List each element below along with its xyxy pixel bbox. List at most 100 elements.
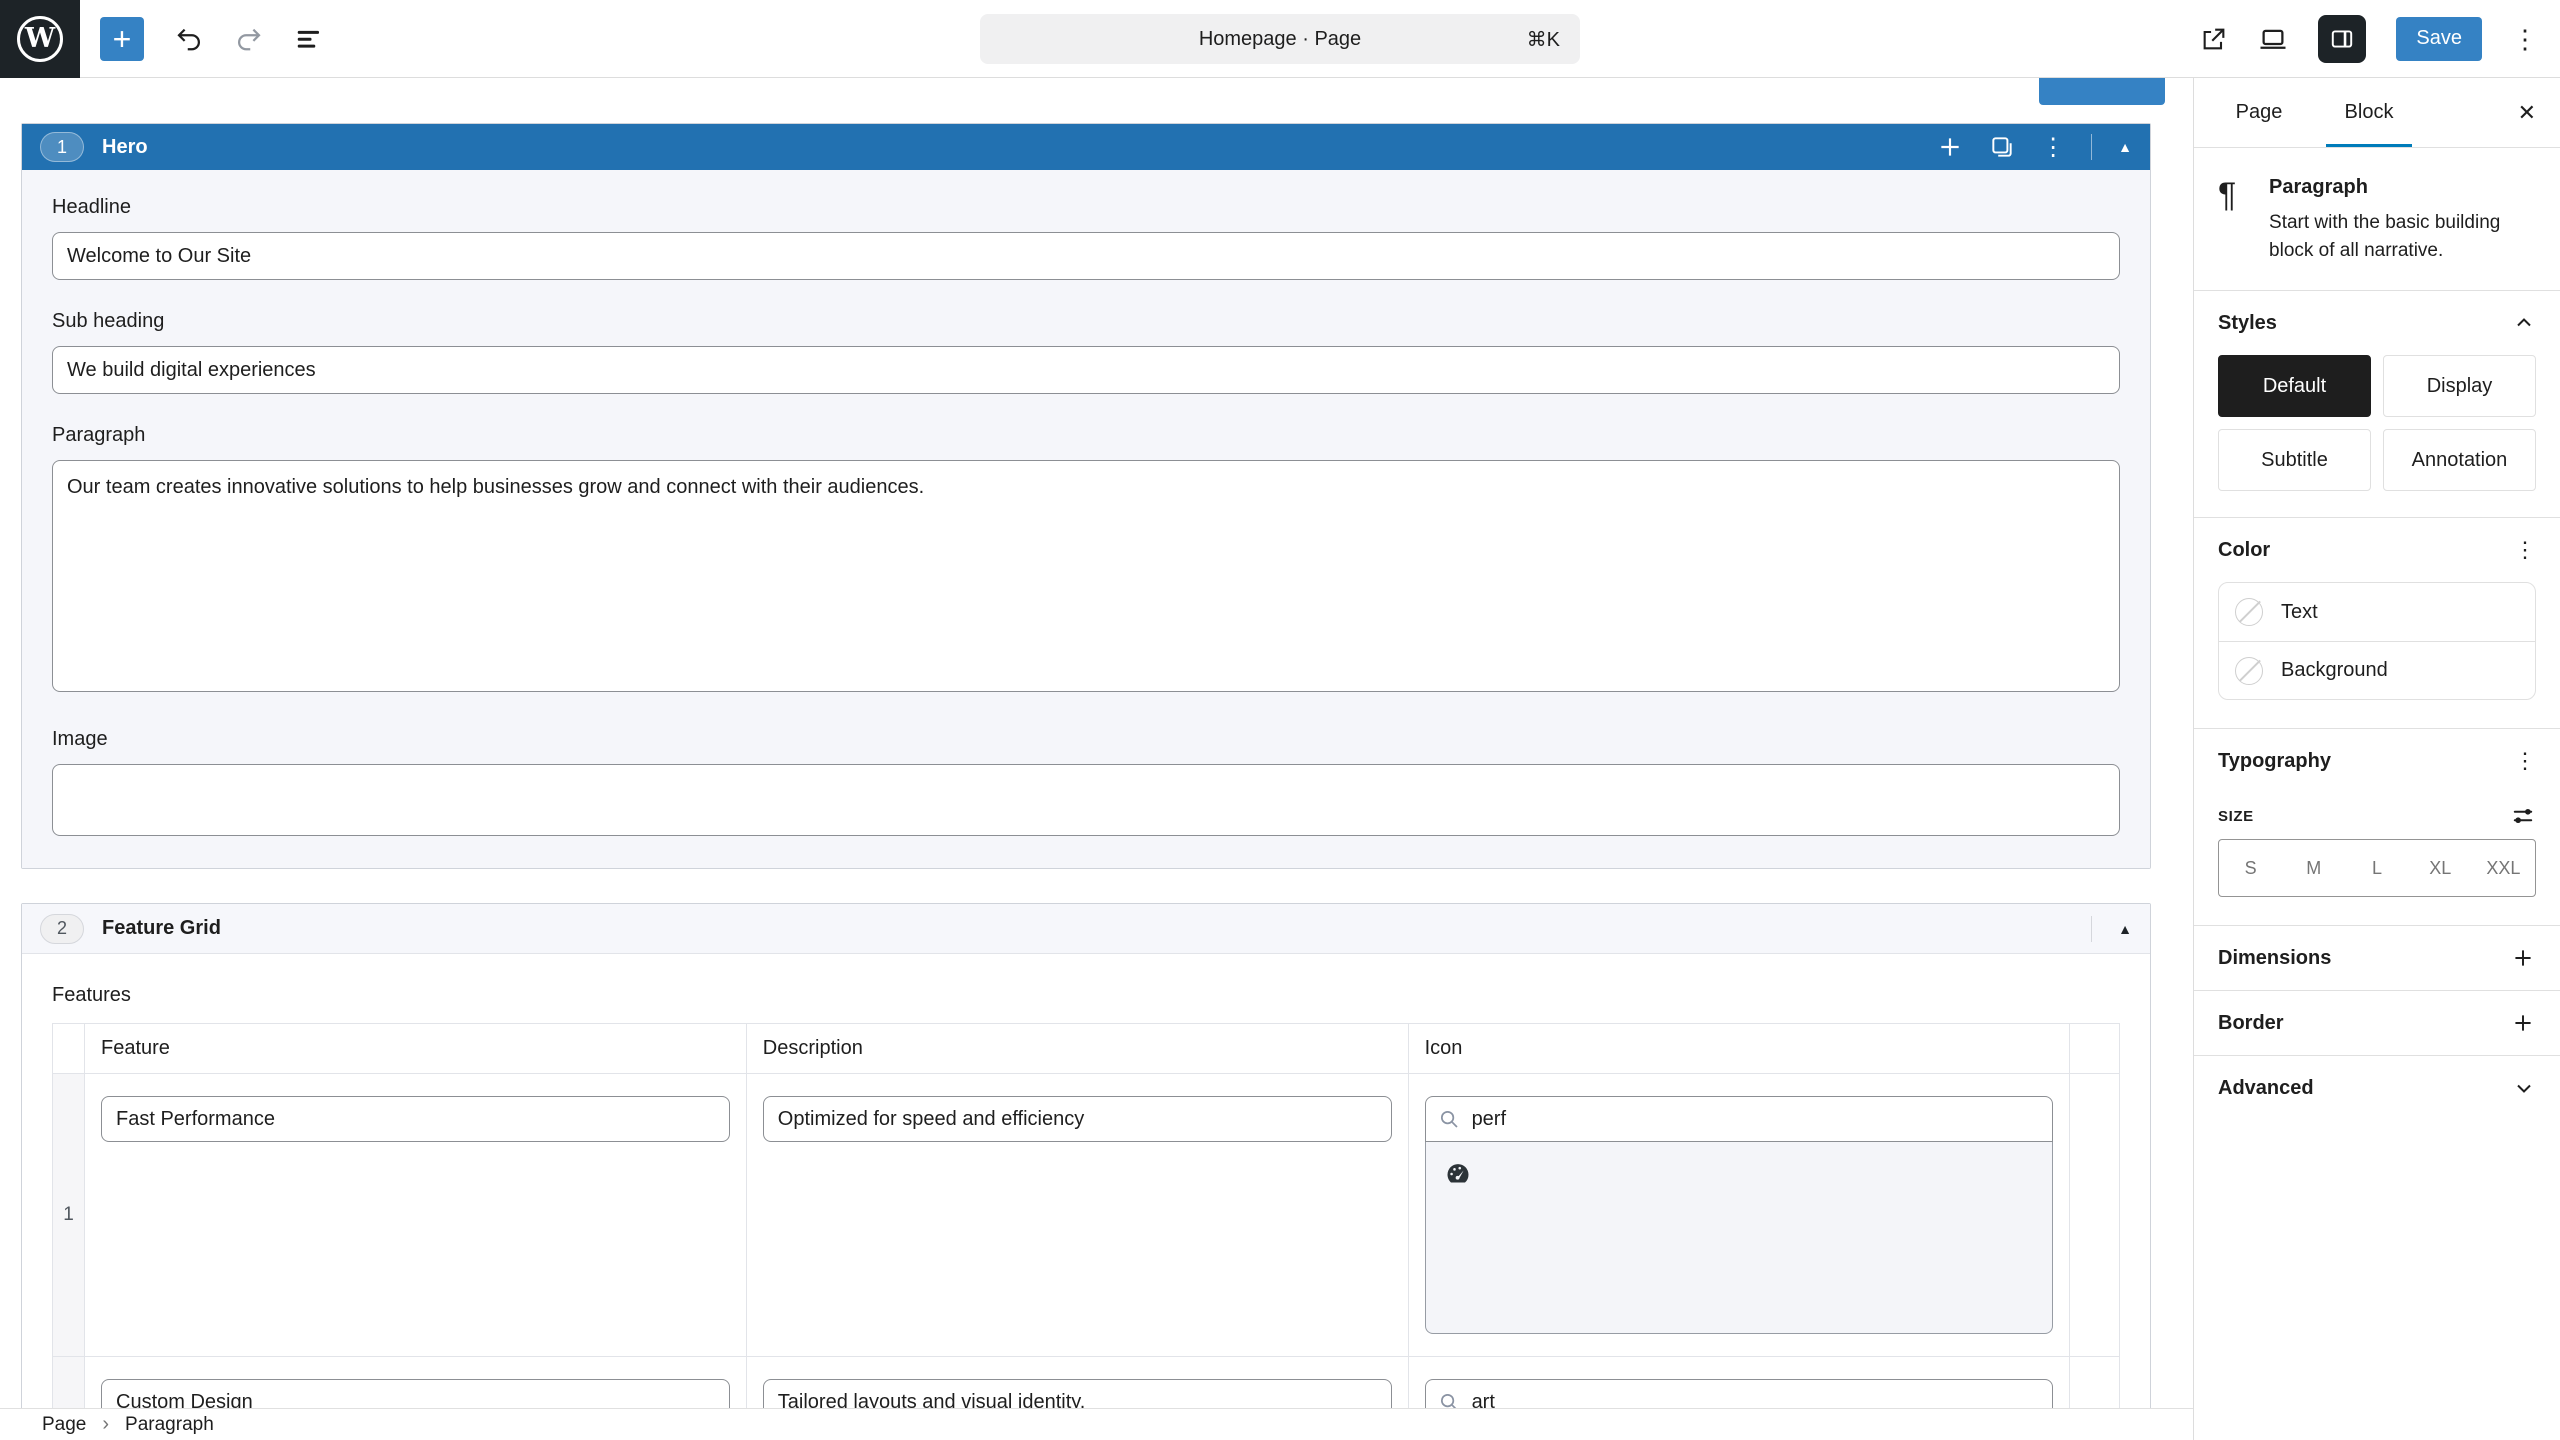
dashboard-gauge-icon[interactable] bbox=[1444, 1160, 2034, 1188]
text-color-row[interactable]: Text bbox=[2219, 583, 2535, 641]
feature-name-field[interactable] bbox=[101, 1096, 730, 1142]
color-panel: Color ⋮ Text Background bbox=[2194, 517, 2560, 700]
typography-options-kebab-icon[interactable]: ⋮ bbox=[2514, 750, 2536, 772]
scrolled-blue-button[interactable] bbox=[2039, 78, 2165, 105]
styles-panel-header[interactable]: Styles bbox=[2218, 291, 2536, 355]
headline-field[interactable] bbox=[52, 232, 2120, 280]
divider bbox=[2091, 916, 2092, 942]
acf-section-hero: 1 Hero ⋮ ▲ bbox=[21, 123, 2151, 869]
breadcrumb: Page › Paragraph bbox=[0, 1408, 2193, 1440]
sidebar-panel-icon bbox=[2329, 26, 2355, 52]
icon-results-panel bbox=[1425, 1142, 2053, 1334]
typography-title: Typography bbox=[2218, 750, 2331, 773]
hero-section-header[interactable]: 1 Hero ⋮ ▲ bbox=[22, 124, 2150, 170]
command-shortcut: ⌘K bbox=[1527, 27, 1560, 52]
description-column-header: Description bbox=[746, 1024, 1408, 1074]
command-bar[interactable]: Homepage · Page ⌘K bbox=[980, 14, 1580, 64]
text-color-label: Text bbox=[2281, 601, 2318, 624]
row-actions-header bbox=[2070, 1024, 2120, 1074]
settings-sidebar-toggle[interactable] bbox=[2318, 15, 2366, 63]
wordpress-logo[interactable]: W bbox=[0, 0, 80, 78]
paragraph-block-icon: ¶ bbox=[2218, 176, 2269, 264]
style-subtitle-button[interactable]: Subtitle bbox=[2218, 429, 2371, 491]
tab-page[interactable]: Page bbox=[2204, 78, 2314, 147]
search-icon bbox=[1438, 1108, 1461, 1131]
plus-icon[interactable] bbox=[2510, 945, 2536, 971]
row-number-header bbox=[53, 1024, 85, 1074]
close-sidebar-icon[interactable]: ✕ bbox=[2518, 100, 2536, 126]
font-size-s[interactable]: S bbox=[2219, 840, 2282, 896]
paragraph-field[interactable]: Our team creates innovative solutions to… bbox=[52, 460, 2120, 692]
add-layout-icon[interactable] bbox=[1937, 134, 1963, 160]
section-order-badge: 1 bbox=[40, 132, 84, 162]
style-default-button[interactable]: Default bbox=[2218, 355, 2371, 417]
headline-label: Headline bbox=[52, 196, 2120, 219]
divider bbox=[2091, 134, 2092, 160]
list-view-icon[interactable] bbox=[294, 24, 324, 54]
color-title: Color bbox=[2218, 539, 2270, 562]
block-inserter-button[interactable]: + bbox=[100, 17, 144, 61]
font-size-l[interactable]: L bbox=[2345, 840, 2408, 896]
feature-description-field[interactable] bbox=[763, 1096, 1392, 1142]
features-repeater-label: Features bbox=[52, 984, 2120, 1007]
block-name: Paragraph bbox=[2269, 176, 2536, 199]
breadcrumb-page[interactable]: Page bbox=[42, 1414, 86, 1436]
breadcrumb-current: Paragraph bbox=[125, 1414, 214, 1436]
image-label: Image bbox=[52, 728, 2120, 751]
duplicate-layout-icon[interactable] bbox=[1989, 134, 2015, 160]
advanced-title: Advanced bbox=[2218, 1077, 2314, 1100]
font-size-xxl[interactable]: XXL bbox=[2472, 840, 2535, 896]
icon-column-header: Icon bbox=[1408, 1024, 2069, 1074]
collapse-section-icon[interactable]: ▲ bbox=[2118, 921, 2132, 937]
background-color-row[interactable]: Background bbox=[2219, 641, 2535, 699]
font-size-xl[interactable]: XL bbox=[2409, 840, 2472, 896]
document-title: Homepage · Page bbox=[1199, 28, 1361, 51]
plus-icon[interactable] bbox=[2510, 1010, 2536, 1036]
style-annotation-button[interactable]: Annotation bbox=[2383, 429, 2536, 491]
icon-search-input[interactable] bbox=[1425, 1096, 2053, 1142]
editor-top-bar: W + Homepage · Page ⌘K Save ⋮ bbox=[0, 0, 2560, 78]
section-title: Hero bbox=[102, 136, 148, 159]
redo-icon[interactable] bbox=[234, 24, 264, 54]
options-menu-icon[interactable]: ⋮ bbox=[2512, 26, 2538, 52]
save-button[interactable]: Save bbox=[2396, 17, 2482, 61]
row-actions-cell bbox=[2070, 1074, 2120, 1357]
color-options-kebab-icon[interactable]: ⋮ bbox=[2514, 539, 2536, 561]
undo-icon[interactable] bbox=[174, 24, 204, 54]
wordpress-w-icon: W bbox=[17, 16, 63, 62]
view-page-external-link-icon[interactable] bbox=[2200, 25, 2228, 53]
collapse-section-icon[interactable]: ▲ bbox=[2118, 139, 2132, 155]
color-panel-header: Color ⋮ bbox=[2218, 518, 2536, 582]
block-info-card: ¶ Paragraph Start with the basic buildin… bbox=[2194, 148, 2560, 290]
border-title: Border bbox=[2218, 1012, 2284, 1035]
subheading-field[interactable] bbox=[52, 346, 2120, 394]
chevron-down-icon[interactable] bbox=[2512, 1076, 2536, 1100]
dimensions-panel-header[interactable]: Dimensions bbox=[2218, 926, 2536, 990]
dimensions-panel: Dimensions bbox=[2194, 925, 2560, 990]
advanced-panel-header[interactable]: Advanced bbox=[2218, 1056, 2536, 1120]
font-size-m[interactable]: M bbox=[2282, 840, 2345, 896]
acf-section-feature-grid: 2 Feature Grid ▲ Features Feature D bbox=[21, 903, 2151, 1440]
typography-panel: Typography ⋮ SIZE S M L XL XXL bbox=[2194, 728, 2560, 897]
preview-device-icon[interactable] bbox=[2258, 24, 2288, 54]
style-display-button[interactable]: Display bbox=[2383, 355, 2536, 417]
image-field[interactable] bbox=[52, 764, 2120, 836]
table-header-row: Feature Description Icon bbox=[53, 1024, 2120, 1074]
chevron-right-icon: › bbox=[102, 1413, 109, 1436]
border-panel-header[interactable]: Border bbox=[2218, 991, 2536, 1055]
size-settings-sliders-icon[interactable] bbox=[2510, 803, 2536, 829]
row-number[interactable]: 1 bbox=[53, 1074, 85, 1357]
styles-title: Styles bbox=[2218, 312, 2277, 335]
section-title: Feature Grid bbox=[102, 917, 221, 940]
feature-grid-section-header[interactable]: 2 Feature Grid ▲ bbox=[22, 904, 2150, 954]
section-order-badge: 2 bbox=[40, 914, 84, 944]
settings-sidebar: Page Block ✕ ¶ Paragraph Start with the … bbox=[2194, 78, 2560, 1440]
empty-color-swatch-icon bbox=[2235, 657, 2263, 685]
tab-block[interactable]: Block bbox=[2314, 78, 2424, 147]
block-description: Start with the basic building block of a… bbox=[2269, 209, 2536, 264]
chevron-up-icon[interactable] bbox=[2512, 311, 2536, 335]
empty-color-swatch-icon bbox=[2235, 598, 2263, 626]
font-size-segmented-control: S M L XL XXL bbox=[2218, 839, 2536, 897]
feature-column-header: Feature bbox=[85, 1024, 747, 1074]
layout-options-kebab-icon[interactable]: ⋮ bbox=[2041, 133, 2065, 162]
